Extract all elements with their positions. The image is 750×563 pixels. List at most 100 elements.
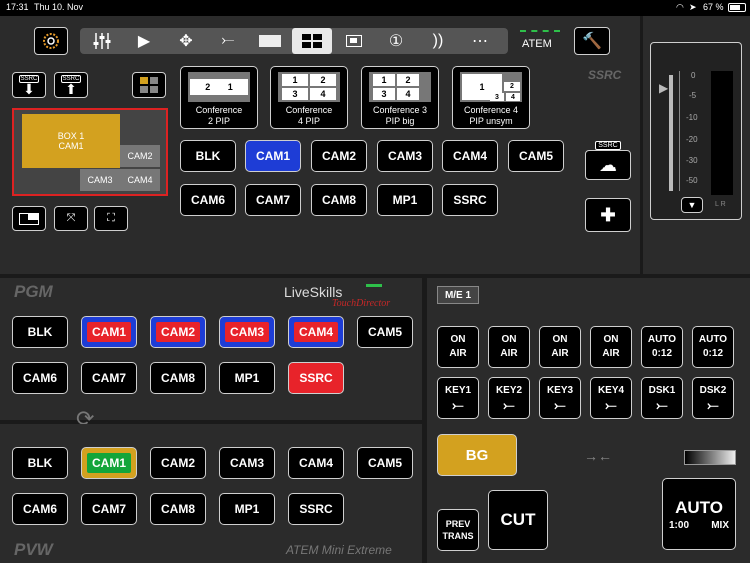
mixer-icon[interactable]	[82, 28, 122, 54]
pvw-ssrc[interactable]: SSRC	[288, 493, 344, 525]
prev-label: PREV	[445, 519, 471, 529]
logo-button[interactable]	[34, 27, 68, 55]
on-air-key4[interactable]: ON AIR	[590, 326, 632, 368]
fader-handle-icon[interactable]: ▶	[659, 81, 668, 95]
meter-dropdown-button[interactable]: ▼	[681, 197, 703, 213]
fullscreen-box-button[interactable]: ⛶	[94, 206, 128, 231]
ssrc-box1[interactable]: BOX 1 CAM1	[22, 114, 120, 168]
cut-button[interactable]: CUT	[488, 490, 548, 550]
pgm-cam1[interactable]: CAM1	[81, 316, 137, 348]
pvw-cam7[interactable]: CAM7	[81, 493, 137, 525]
ssrc-box4[interactable]: CAM4	[120, 169, 160, 191]
ssrc-source-cam1[interactable]: CAM1	[245, 140, 301, 172]
transition-icon[interactable]: ⤚	[208, 28, 248, 54]
pvw-cam8[interactable]: CAM8	[150, 493, 206, 525]
key3-button[interactable]: KEY3 ⤚	[539, 377, 581, 419]
pgm-cam5[interactable]: CAM5	[357, 316, 413, 348]
preset-line1: Conference 4	[463, 105, 519, 115]
on-air-key3[interactable]: ON AIR	[539, 326, 581, 368]
transition-bar[interactable]	[684, 450, 736, 465]
move-icon[interactable]: ✥	[166, 28, 206, 54]
settings-hammer-button[interactable]: 🔨	[574, 27, 610, 55]
pgm-cam4-label: CAM4	[294, 322, 338, 342]
pgm-ssrc[interactable]: SSRC	[288, 362, 344, 394]
pgm-cam4[interactable]: CAM4	[288, 316, 344, 348]
pvw-cam5[interactable]: CAM5	[357, 447, 413, 479]
auto-dsk1[interactable]: AUTO 0:12	[641, 326, 683, 368]
monitor-icon[interactable]	[250, 28, 290, 54]
prev-trans-button[interactable]: PREV TRANS	[437, 509, 479, 551]
pip-icon[interactable]	[334, 28, 374, 54]
ssrc-source-ssrc[interactable]: SSRC	[442, 184, 498, 216]
ssrc-source-cam4[interactable]: CAM4	[442, 140, 498, 172]
pvw-blk[interactable]: BLK	[12, 447, 68, 479]
on-air-l1: ON	[552, 334, 568, 345]
ssrc-box2[interactable]: CAM2	[120, 145, 160, 167]
key-label: DSK2	[699, 385, 727, 396]
preset-conference-2pip[interactable]: 2 1 Conference 2 PIP	[180, 66, 258, 129]
fader-track[interactable]	[669, 75, 673, 191]
meter-lr-label: L R	[715, 201, 726, 208]
auto-label: AUTO	[675, 497, 723, 517]
ssrc-source-cam6[interactable]: CAM6	[180, 184, 236, 216]
pgm-cam3[interactable]: CAM3	[219, 316, 275, 348]
pvw-cam3[interactable]: CAM3	[219, 447, 275, 479]
trans-label: TRANS	[442, 531, 474, 541]
ssrc-source-cam8[interactable]: CAM8	[311, 184, 367, 216]
layout-toggle-button[interactable]	[132, 72, 166, 98]
pgm-cam7[interactable]: CAM7	[81, 362, 137, 394]
pgm-mp1[interactable]: MP1	[219, 362, 275, 394]
key2-button[interactable]: KEY2 ⤚	[488, 377, 530, 419]
ssrc-box3[interactable]: CAM3	[80, 169, 120, 191]
preset-cell: 1	[282, 74, 308, 86]
pvw-mp1[interactable]: MP1	[219, 493, 275, 525]
preset-cell: 1	[373, 74, 395, 86]
pgm-cam6[interactable]: CAM6	[12, 362, 68, 394]
box1-source: CAM1	[58, 141, 84, 151]
pgm-cam8[interactable]: CAM8	[150, 362, 206, 394]
on-air-key1[interactable]: ON AIR	[437, 326, 479, 368]
bg-button[interactable]: BG	[437, 434, 517, 476]
auto-button[interactable]: AUTO 1:00 MIX	[662, 478, 736, 550]
expand-box-button[interactable]: ⤧	[54, 206, 88, 231]
key4-button[interactable]: KEY4 ⤚	[590, 377, 632, 419]
dsk1-button[interactable]: DSK1 ⤚	[641, 377, 683, 419]
transition-icon: ⤚	[503, 397, 515, 413]
shrink-box-button[interactable]	[12, 206, 46, 231]
ssrc-preview[interactable]: BOX 1 CAM1 CAM2 CAM3 CAM4	[12, 108, 168, 196]
supersource-icon[interactable]	[292, 28, 332, 54]
play-icon[interactable]: ▶	[124, 28, 164, 54]
on-air-key2[interactable]: ON AIR	[488, 326, 530, 368]
dsk2-button[interactable]: DSK2 ⤚	[692, 377, 734, 419]
folder-add-button[interactable]: ✚	[585, 198, 631, 232]
more-icon[interactable]: ⋯	[460, 28, 500, 54]
me-label[interactable]: M/E 1	[437, 286, 479, 304]
ssrc-source-cam2[interactable]: CAM2	[311, 140, 367, 172]
ssrc-download-button[interactable]: SSRC ⬇	[12, 72, 46, 98]
grid-icon	[302, 34, 322, 48]
preset-conference4[interactable]: 1 2 3 4 Conference 4 PIP unsym	[452, 66, 530, 129]
on-air-l2: AIR	[500, 348, 518, 359]
pvw-cam2[interactable]: CAM2	[150, 447, 206, 479]
audio-icon[interactable]: ))	[418, 28, 458, 54]
atem-label: ATEM	[522, 38, 552, 50]
preset-conference-4pip[interactable]: 1 2 3 4 Conference 4 PIP	[270, 66, 348, 129]
expand-icon: ⤧	[66, 212, 76, 224]
ssrc-source-cam3[interactable]: CAM3	[377, 140, 433, 172]
number-one-icon[interactable]: ①	[376, 28, 416, 54]
key1-button[interactable]: KEY1 ⤚	[437, 377, 479, 419]
pvw-cam1[interactable]: CAM1	[81, 447, 137, 479]
preset-conference3[interactable]: 1 2 3 4 Conference 3 PIP big	[361, 66, 439, 129]
cloud-save-button[interactable]: SSRC ☁	[585, 141, 631, 180]
pvw-cam4[interactable]: CAM4	[288, 447, 344, 479]
pgm-blk[interactable]: BLK	[12, 316, 68, 348]
ssrc-source-cam7[interactable]: CAM7	[245, 184, 301, 216]
pgm-cam2[interactable]: CAM2	[150, 316, 206, 348]
ssrc-source-blk[interactable]: BLK	[180, 140, 236, 172]
ssrc-source-mp1[interactable]: MP1	[377, 184, 433, 216]
arrow-up-icon: ⬆	[65, 81, 77, 97]
ssrc-source-cam5[interactable]: CAM5	[508, 140, 564, 172]
pvw-cam6[interactable]: CAM6	[12, 493, 68, 525]
auto-dsk2[interactable]: AUTO 0:12	[692, 326, 734, 368]
ssrc-upload-button[interactable]: SSRC ⬆	[54, 72, 88, 98]
